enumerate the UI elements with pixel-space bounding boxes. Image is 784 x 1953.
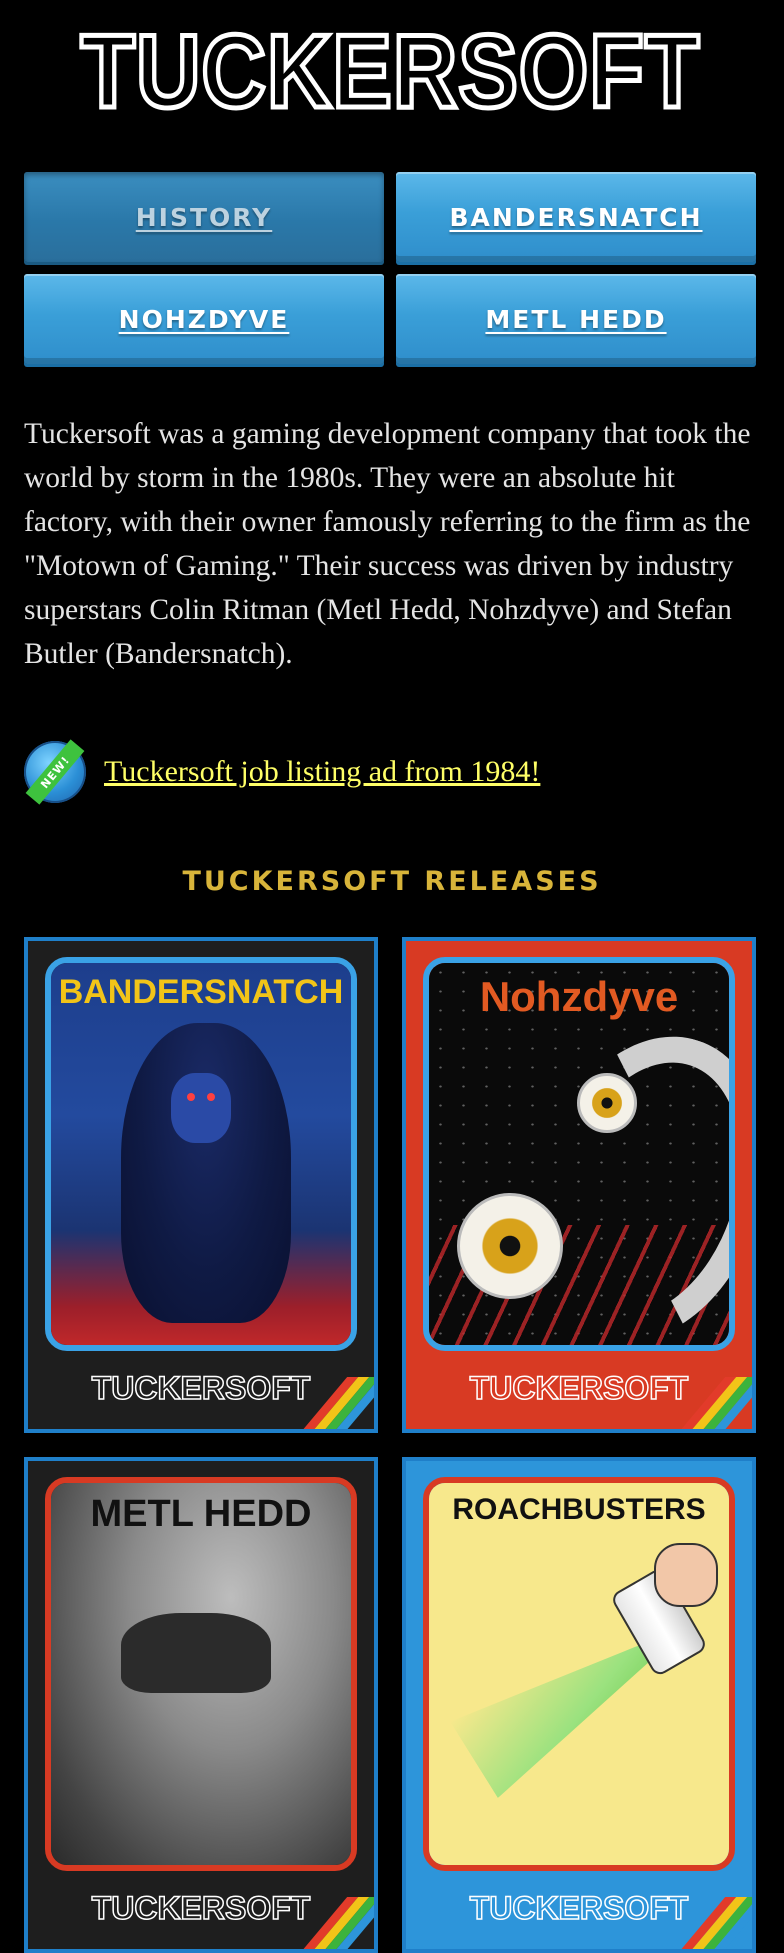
- main-nav: HISTORY BANDERSNATCH NOHZDYVE METL HEDD: [24, 172, 756, 364]
- release-card-metl-hedd[interactable]: METL HEDD TUCKERSOFT: [24, 1457, 378, 1953]
- card-title-nohzdyve: Nohzdyve: [479, 973, 679, 1020]
- card-title-bandersnatch: BANDERSNATCH: [58, 973, 344, 1011]
- tuckersoft-logo[interactable]: TUCKERSOFT: [24, 14, 756, 130]
- page: TUCKERSOFT HISTORY BANDERSNATCH NOHZDYVE…: [0, 0, 784, 1953]
- metl-hedd-cover-art: METL HEDD: [45, 1477, 357, 1871]
- nav-metl-hedd-label: METL HEDD: [485, 304, 667, 334]
- release-card-roachbusters[interactable]: ROACHBUSTERS TUCKERSOFT: [402, 1457, 756, 1953]
- nav-bandersnatch-label: BANDERSNATCH: [449, 202, 703, 232]
- roachbusters-cover-art: ROACHBUSTERS: [423, 1477, 735, 1871]
- nav-nohzdyve-button[interactable]: NOHZDYVE: [24, 274, 384, 364]
- card-brand-logo: TUCKERSOFT: [469, 1369, 689, 1407]
- nav-metl-hedd-button[interactable]: METL HEDD: [396, 274, 756, 364]
- release-card-nohzdyve[interactable]: Nohzdyve TUCKERSOFT: [402, 937, 756, 1433]
- logo-text: TUCKERSOFT: [78, 14, 701, 130]
- release-card-bandersnatch[interactable]: BANDERSNATCH TUCKERSOFT: [24, 937, 378, 1433]
- new-badge-text: NEW!: [37, 753, 73, 791]
- new-badge-icon: NEW!: [24, 739, 86, 805]
- card-brand-logo: TUCKERSOFT: [91, 1369, 311, 1407]
- card-title-roachbusters: ROACHBUSTERS: [452, 1493, 706, 1526]
- releases-grid: BANDERSNATCH TUCKERSOFT Nohzdyve TUCKERS…: [24, 937, 756, 1953]
- nav-history-button[interactable]: HISTORY: [24, 172, 384, 262]
- card-title-metl-hedd: METL HEDD: [90, 1493, 312, 1535]
- job-listing-link[interactable]: Tuckersoft job listing ad from 1984!: [104, 755, 540, 789]
- nohzdyve-cover-art: Nohzdyve: [423, 957, 735, 1351]
- card-brand-logo: TUCKERSOFT: [469, 1889, 689, 1927]
- releases-heading: TUCKERSOFT RELEASES: [182, 866, 602, 897]
- job-listing-row: NEW! Tuckersoft job listing ad from 1984…: [24, 739, 756, 805]
- nav-bandersnatch-button[interactable]: BANDERSNATCH: [396, 172, 756, 262]
- nav-nohzdyve-label: NOHZDYVE: [118, 304, 290, 334]
- nav-history-label: HISTORY: [135, 202, 273, 232]
- bandersnatch-cover-art: BANDERSNATCH: [45, 957, 357, 1351]
- card-brand-logo: TUCKERSOFT: [91, 1889, 311, 1927]
- intro-paragraph: Tuckersoft was a gaming development comp…: [24, 418, 751, 670]
